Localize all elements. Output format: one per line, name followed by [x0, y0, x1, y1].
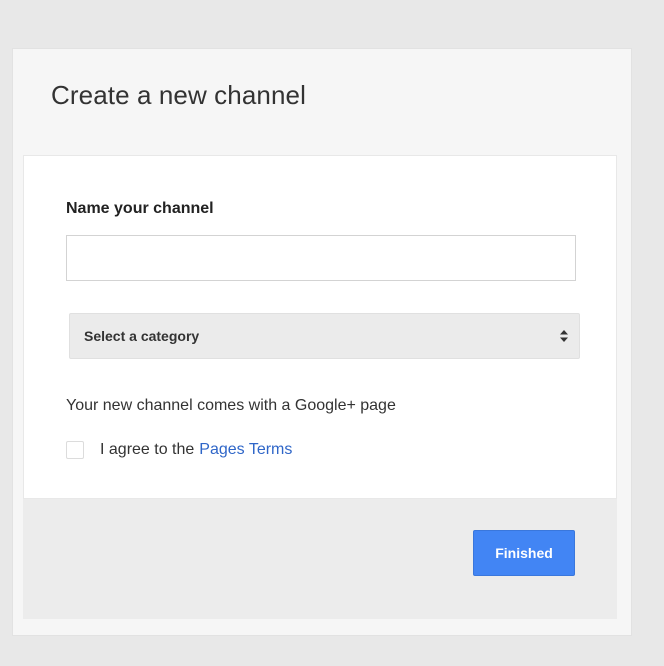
dialog-footer: Finished — [23, 499, 617, 619]
agree-terms-row: I agree to the Pages Terms — [66, 439, 292, 461]
agree-terms-text: I agree to the — [100, 441, 195, 458]
dialog-title: Create a new channel — [51, 80, 306, 110]
pages-terms-link[interactable]: Pages Terms — [199, 441, 292, 459]
create-channel-dialog: Create a new channel Name your channel S… — [12, 48, 632, 636]
updown-arrows-icon — [560, 330, 568, 342]
finished-button[interactable]: Finished — [473, 530, 575, 576]
agree-terms-checkbox[interactable] — [66, 441, 84, 459]
category-select-label: Select a category — [84, 328, 200, 344]
google-plus-note: Your new channel comes with a Google+ pa… — [66, 397, 396, 414]
category-select[interactable]: Select a category — [69, 313, 580, 359]
channel-name-label: Name your channel — [66, 200, 214, 217]
dialog-content: Name your channel Select a category Your… — [23, 155, 617, 499]
channel-name-input[interactable] — [66, 235, 576, 281]
